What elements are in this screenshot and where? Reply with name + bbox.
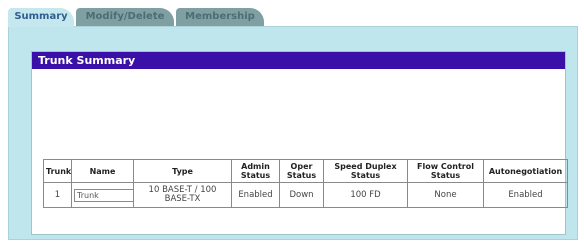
col-header-oper-status: Oper Status bbox=[279, 159, 324, 183]
table-row: 1 Trunk 10 BASE-T / 100 BASE-TX Enabled … bbox=[43, 182, 568, 208]
col-header-name: Name bbox=[71, 159, 134, 183]
cell-oper-status: Down bbox=[279, 182, 324, 208]
col-header-autonegotiation: Autonegotiation bbox=[483, 159, 568, 183]
trunk-summary-title: Trunk Summary bbox=[32, 52, 565, 69]
col-header-speed-duplex-status: Speed Duplex Status bbox=[323, 159, 408, 183]
cell-trunk: 1 bbox=[43, 182, 72, 208]
tab-bar: Summary Modify/Delete Membership bbox=[8, 8, 580, 27]
tab-summary[interactable]: Summary bbox=[8, 8, 74, 27]
trunk-name-field[interactable]: Trunk bbox=[74, 188, 134, 202]
cell-type: 10 BASE-T / 100 BASE-TX bbox=[133, 182, 232, 208]
cell-admin-status: Enabled bbox=[231, 182, 280, 208]
cell-flow-control: None bbox=[407, 182, 484, 208]
tab-membership[interactable]: Membership bbox=[176, 8, 264, 26]
col-header-type: Type bbox=[133, 159, 232, 183]
col-header-flow-control-status: Flow Control Status bbox=[407, 159, 484, 183]
trunk-summary-table: Trunk Name Type Admin Status Oper Status… bbox=[43, 159, 568, 208]
col-header-admin-status: Admin Status bbox=[231, 159, 280, 183]
trunk-summary-box: Trunk Summary Trunk Name Type Admin Stat… bbox=[31, 51, 568, 235]
cell-name: Trunk bbox=[71, 182, 134, 208]
cell-speed-duplex: 100 FD bbox=[323, 182, 408, 208]
tab-modify-delete[interactable]: Modify/Delete bbox=[76, 8, 174, 26]
col-header-trunk: Trunk bbox=[43, 159, 72, 183]
cell-autonegotiation: Enabled bbox=[483, 182, 568, 208]
tab-panel: Trunk Summary Trunk Name Type Admin Stat… bbox=[8, 26, 578, 240]
table-header-row: Trunk Name Type Admin Status Oper Status… bbox=[43, 159, 568, 183]
